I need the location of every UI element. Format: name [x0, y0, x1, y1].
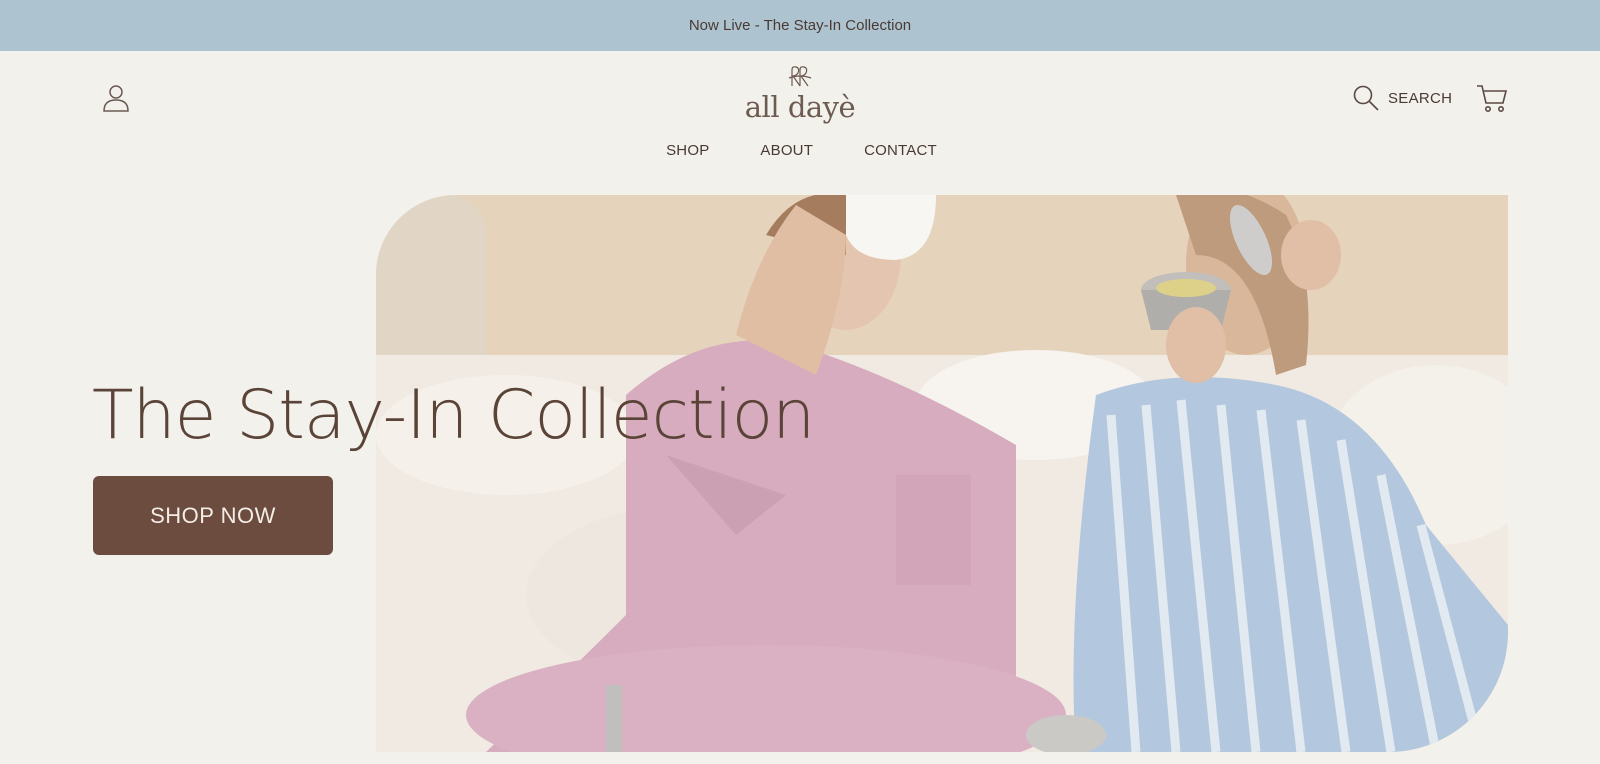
search-label: SEARCH — [1388, 89, 1453, 107]
cart-icon[interactable] — [1476, 83, 1508, 113]
main-nav: SHOP ABOUT CONTACT — [0, 142, 1600, 159]
hero-title: The Stay-In Collection — [92, 376, 815, 455]
announcement-text[interactable]: Now Live - The Stay-In Collection — [689, 17, 911, 34]
search-icon — [1353, 85, 1379, 111]
logo-wordmark: all dayè — [744, 90, 856, 124]
hero-image — [376, 195, 1508, 752]
brand-logo[interactable]: all dayè — [740, 64, 860, 130]
account-icon[interactable] — [100, 82, 132, 114]
logo-monogram — [788, 66, 812, 87]
search-button[interactable]: SEARCH — [1352, 84, 1452, 112]
announcement-bar[interactable]: Now Live - The Stay-In Collection — [0, 0, 1600, 51]
nav-item-shop[interactable]: SHOP — [663, 142, 709, 159]
shop-now-button[interactable]: SHOP NOW — [93, 476, 333, 555]
nav-item-about[interactable]: ABOUT — [757, 142, 813, 159]
nav-item-contact[interactable]: CONTACT — [861, 142, 937, 159]
